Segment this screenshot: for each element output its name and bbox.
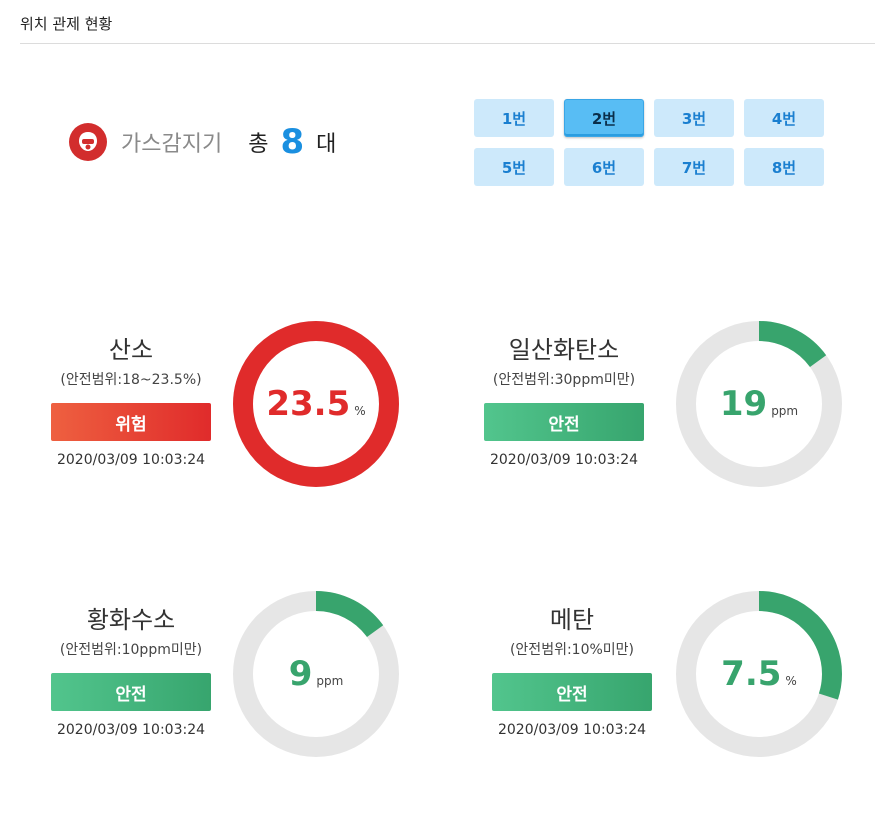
page-header: 위치 관제 현황 — [20, 0, 875, 44]
gauge-reading: 23.5 % — [230, 318, 402, 490]
sensor-info: 산소 (안전범위:18~23.5%) 위험 2020/03/09 10:03:2… — [46, 335, 216, 469]
gauge-value: 23.5 — [266, 384, 351, 424]
sensor-timestamp: 2020/03/09 10:03:24 — [56, 722, 206, 738]
gauge-unit: % — [354, 404, 366, 418]
total-count: 8 — [280, 122, 305, 162]
sensor-name: 메탄 — [549, 606, 595, 634]
gauge: 9 ppm — [230, 588, 402, 760]
gauge-value: 7.5 — [721, 654, 782, 694]
device-name: 가스감지기 — [121, 132, 223, 157]
sensor-safe-range: (안전범위:10%미만) — [509, 642, 635, 658]
unit-button-5[interactable]: 5번 — [474, 148, 554, 186]
unit-selector: 1번 2번 3번 4번 5번 6번 7번 8번 — [474, 99, 824, 187]
status-badge: 안전 — [51, 673, 211, 711]
sensor-timestamp: 2020/03/09 10:03:24 — [489, 452, 639, 468]
page-title: 위치 관제 현황 — [20, 15, 113, 33]
total-suffix: 대 — [316, 132, 337, 157]
sensor-timestamp: 2020/03/09 10:03:24 — [497, 722, 647, 738]
sensor-safe-range: (안전범위:30ppm미만) — [492, 372, 636, 388]
sensor-safe-range: (안전범위:18~23.5%) — [60, 372, 202, 388]
unit-button-7[interactable]: 7번 — [654, 148, 734, 186]
gauge-reading: 7.5 % — [673, 588, 845, 760]
gauge: 23.5 % — [230, 318, 402, 490]
gauge-unit: ppm — [771, 404, 799, 418]
unit-button-4[interactable]: 4번 — [744, 99, 824, 137]
gas-detector-icon — [69, 123, 107, 161]
sensor-card-carbon-monoxide: 일산화탄소 (안전범위:30ppm미만) 안전 2020/03/09 10:03… — [479, 321, 894, 515]
sensor-info: 일산화탄소 (안전범위:30ppm미만) 안전 2020/03/09 10:03… — [479, 335, 649, 469]
sensor-info: 황화수소 (안전범위:10ppm미만) 안전 2020/03/09 10:03:… — [46, 605, 216, 739]
gauge-unit: ppm — [316, 674, 344, 688]
gauge: 19 ppm — [673, 318, 845, 490]
status-badge: 위험 — [51, 403, 211, 441]
status-badge: 안전 — [492, 673, 652, 711]
gauge-value: 19 — [719, 384, 768, 424]
gauge-value: 9 — [288, 654, 313, 694]
unit-button-8[interactable]: 8번 — [744, 148, 824, 186]
sensor-card-oxygen: 산소 (안전범위:18~23.5%) 위험 2020/03/09 10:03:2… — [46, 321, 466, 515]
unit-button-2[interactable]: 2번 — [564, 99, 644, 137]
sensor-card-hydrogen-sulfide: 황화수소 (안전범위:10ppm미만) 안전 2020/03/09 10:03:… — [46, 591, 466, 785]
sensor-name: 황화수소 — [86, 606, 176, 634]
sensor-name: 산소 — [108, 336, 154, 364]
unit-button-6[interactable]: 6번 — [564, 148, 644, 186]
sensor-info: 메탄 (안전범위:10%미만) 안전 2020/03/09 10:03:24 — [487, 605, 657, 739]
gauge-reading: 19 ppm — [673, 318, 845, 490]
gauge: 7.5 % — [673, 588, 845, 760]
gauge-unit: % — [785, 674, 797, 688]
status-badge: 안전 — [484, 403, 644, 441]
unit-button-3[interactable]: 3번 — [654, 99, 734, 137]
sensor-name: 일산화탄소 — [508, 336, 620, 364]
unit-button-1[interactable]: 1번 — [474, 99, 554, 137]
sensor-safe-range: (안전범위:10ppm미만) — [59, 642, 203, 658]
device-summary: 가스감지기 총 8 대 — [69, 122, 336, 162]
sensor-timestamp: 2020/03/09 10:03:24 — [56, 452, 206, 468]
total-prefix: 총 — [248, 132, 269, 157]
sensor-card-methane: 메탄 (안전범위:10%미만) 안전 2020/03/09 10:03:24 7… — [487, 591, 894, 785]
gauge-reading: 9 ppm — [230, 588, 402, 760]
